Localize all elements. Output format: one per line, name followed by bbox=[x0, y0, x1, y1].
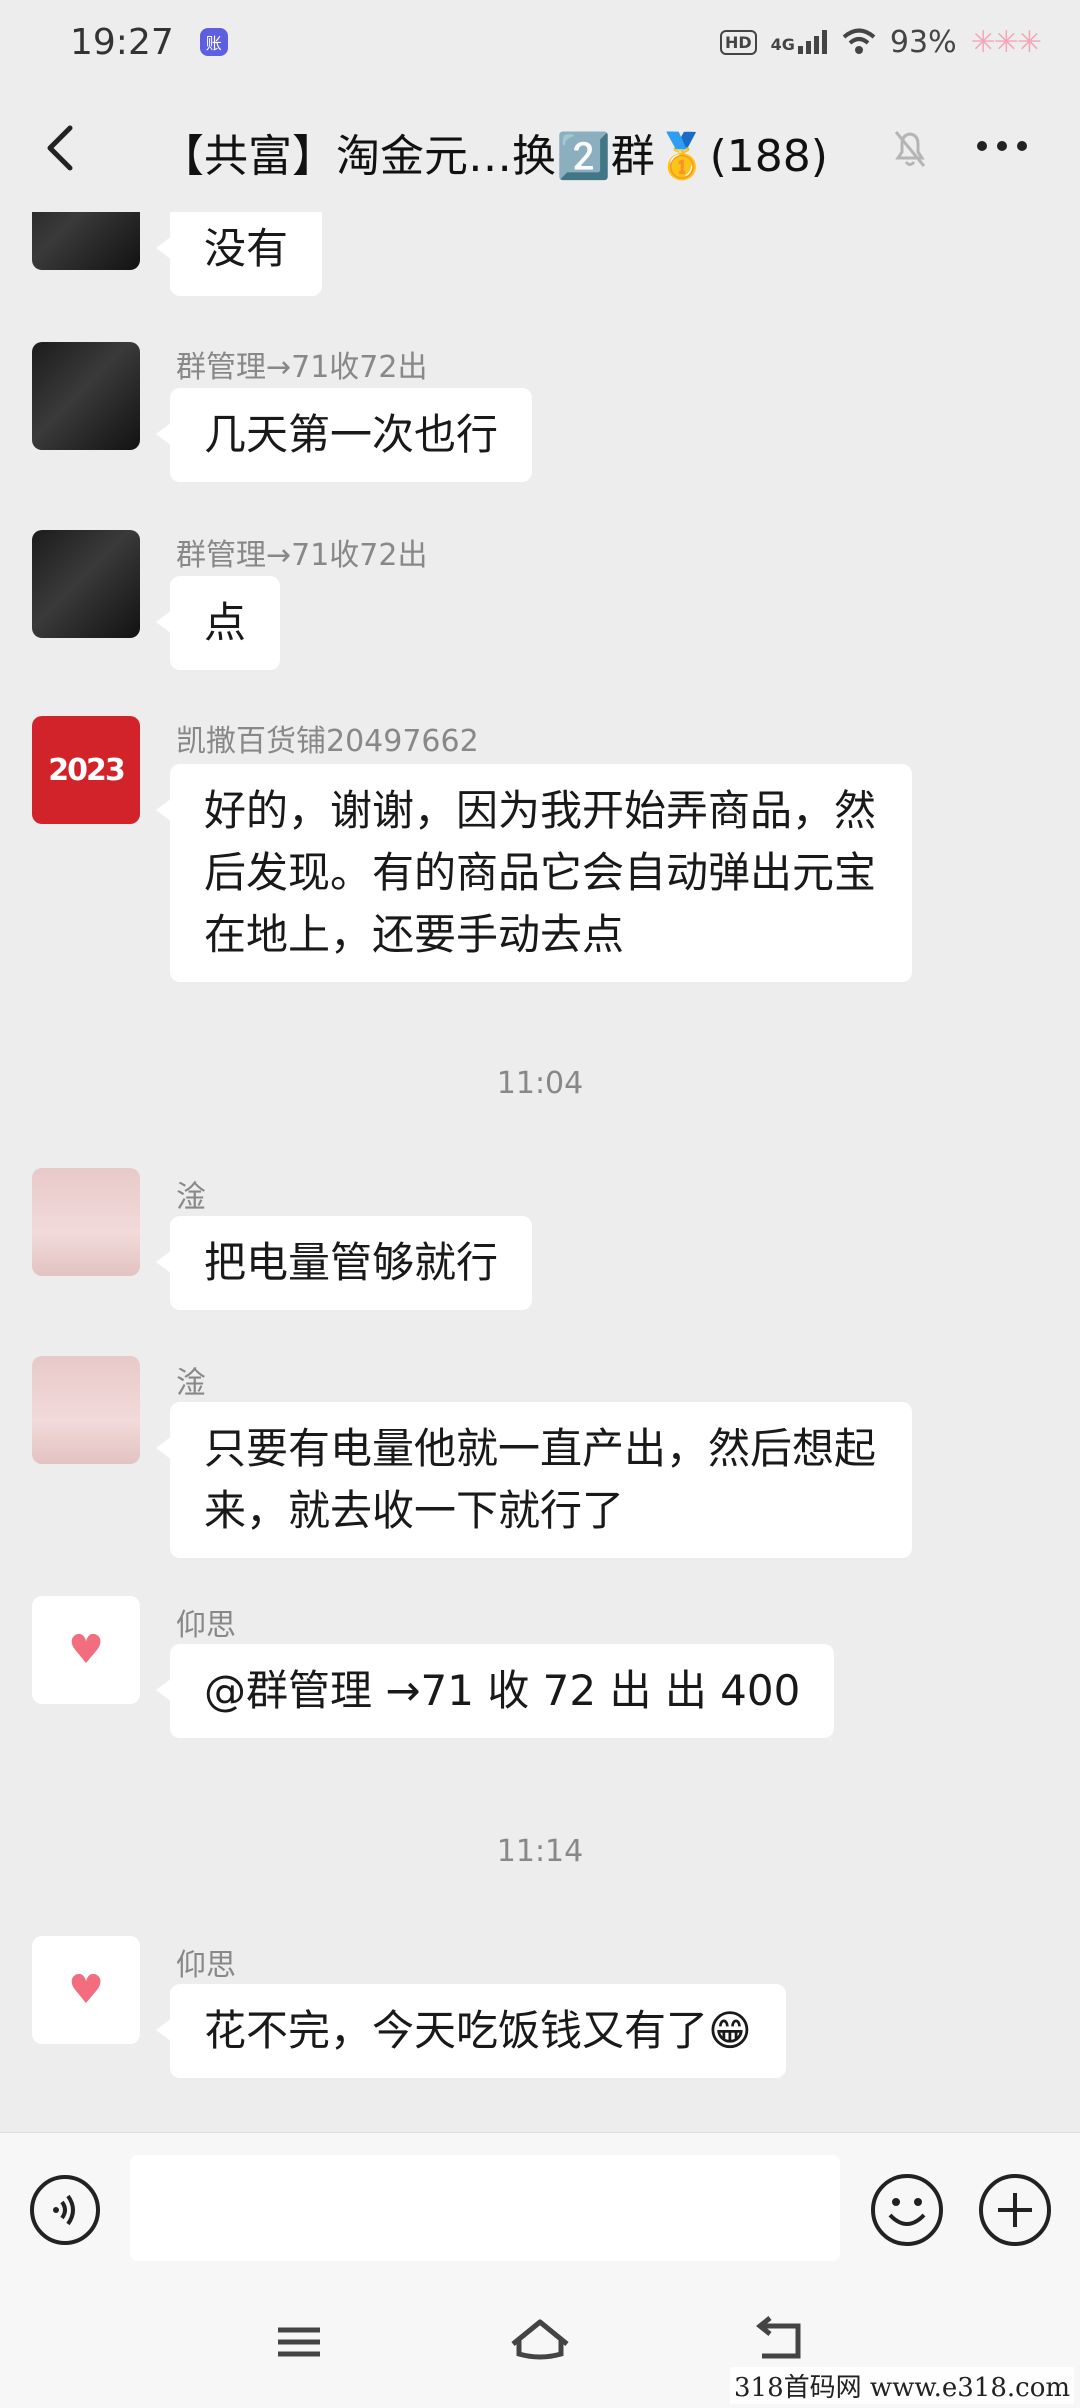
avatar[interactable] bbox=[32, 530, 140, 638]
sender-name: 凯撒百货铺20497662 bbox=[176, 724, 479, 759]
message-bubble[interactable]: 没有 bbox=[155, 212, 323, 296]
message-bubble[interactable]: @群管理 →71 收 72 出 出 400 bbox=[155, 1644, 835, 1738]
avatar[interactable]: 2023 bbox=[32, 716, 140, 824]
emoji-icon[interactable] bbox=[868, 2171, 946, 2249]
message-bubble[interactable]: 几天第一次也行 bbox=[155, 388, 533, 482]
message-bubble[interactable]: 花不完，今天吃饭钱又有了😁 bbox=[156, 1984, 786, 2078]
plus-icon[interactable] bbox=[976, 2171, 1054, 2249]
message-bubble[interactable]: 点 bbox=[155, 576, 281, 670]
status-indicators: HD 4G 93% ✳✳✳ bbox=[719, 24, 1042, 60]
mute-bell-icon bbox=[894, 131, 926, 167]
sender-name: 仰思 bbox=[176, 1948, 236, 1983]
home-icon[interactable] bbox=[505, 2312, 575, 2372]
sender-name: 淦 bbox=[176, 1366, 206, 1401]
wifi-icon bbox=[842, 28, 876, 54]
message-list[interactable]: 没有 群管理→71收72出 几天第一次也行 群管理→71收72出 点 2023 … bbox=[0, 212, 1080, 2132]
time-separator: 11:14 bbox=[496, 1834, 584, 1869]
avatar[interactable] bbox=[32, 212, 140, 270]
input-bar bbox=[0, 2132, 1080, 2282]
hd-icon: HD bbox=[719, 29, 757, 55]
sender-name: 群管理→71收72出 bbox=[176, 350, 428, 385]
more-options-icon[interactable] bbox=[972, 124, 1032, 168]
avatar[interactable] bbox=[32, 342, 140, 450]
sender-name: 仰思 bbox=[176, 1608, 236, 1643]
avatar[interactable]: ♥ bbox=[32, 1936, 140, 2044]
heart-icon: ♥ bbox=[68, 1627, 104, 1673]
message-bubble[interactable]: 把电量管够就行 bbox=[155, 1216, 533, 1310]
avatar[interactable] bbox=[32, 1168, 140, 1276]
voice-input-icon[interactable] bbox=[28, 2173, 102, 2247]
chat-header: 【共富】淘金元…换2️⃣群🥇(188) bbox=[0, 84, 1080, 212]
decor-icons: ✳✳✳ bbox=[970, 24, 1042, 60]
heart-icon: ♥ bbox=[68, 1967, 104, 2013]
signal-icon: 4G bbox=[771, 30, 828, 54]
avatar[interactable] bbox=[32, 1356, 140, 1464]
system-nav-bar: 318首码网 www.e318.com bbox=[0, 2282, 1080, 2408]
time-separator: 11:04 bbox=[496, 1066, 584, 1101]
message-bubble[interactable]: 好的，谢谢，因为我开始弄商品，然后发现。有的商品它会自动弹出元宝在地上，还要手动… bbox=[156, 764, 912, 982]
network-type: 4G bbox=[770, 35, 795, 54]
status-bar: 19:27 账 HD 4G 93% ✳✳✳ bbox=[0, 0, 1080, 84]
back-icon[interactable] bbox=[42, 124, 82, 172]
battery-level: 93% bbox=[889, 24, 957, 60]
chat-title: 【共富】淘金元…换2️⃣群🥇(188) bbox=[160, 131, 828, 182]
message-bubble[interactable]: 只要有电量他就一直产出，然后想起来，就去收一下就行了 bbox=[156, 1402, 912, 1558]
message-input[interactable] bbox=[130, 2155, 840, 2261]
menu-icon[interactable] bbox=[264, 2312, 334, 2372]
avatar-badge: 2023 bbox=[48, 752, 125, 788]
watermark: 318首码网 www.e318.com bbox=[730, 2367, 1074, 2404]
sender-name: 淦 bbox=[176, 1180, 206, 1215]
sender-name: 群管理→71收72出 bbox=[176, 538, 428, 573]
status-time: 19:27 bbox=[70, 21, 174, 63]
app-notification-icon: 账 bbox=[199, 28, 228, 56]
back-nav-icon[interactable] bbox=[746, 2312, 816, 2372]
avatar[interactable]: ♥ bbox=[32, 1596, 140, 1704]
